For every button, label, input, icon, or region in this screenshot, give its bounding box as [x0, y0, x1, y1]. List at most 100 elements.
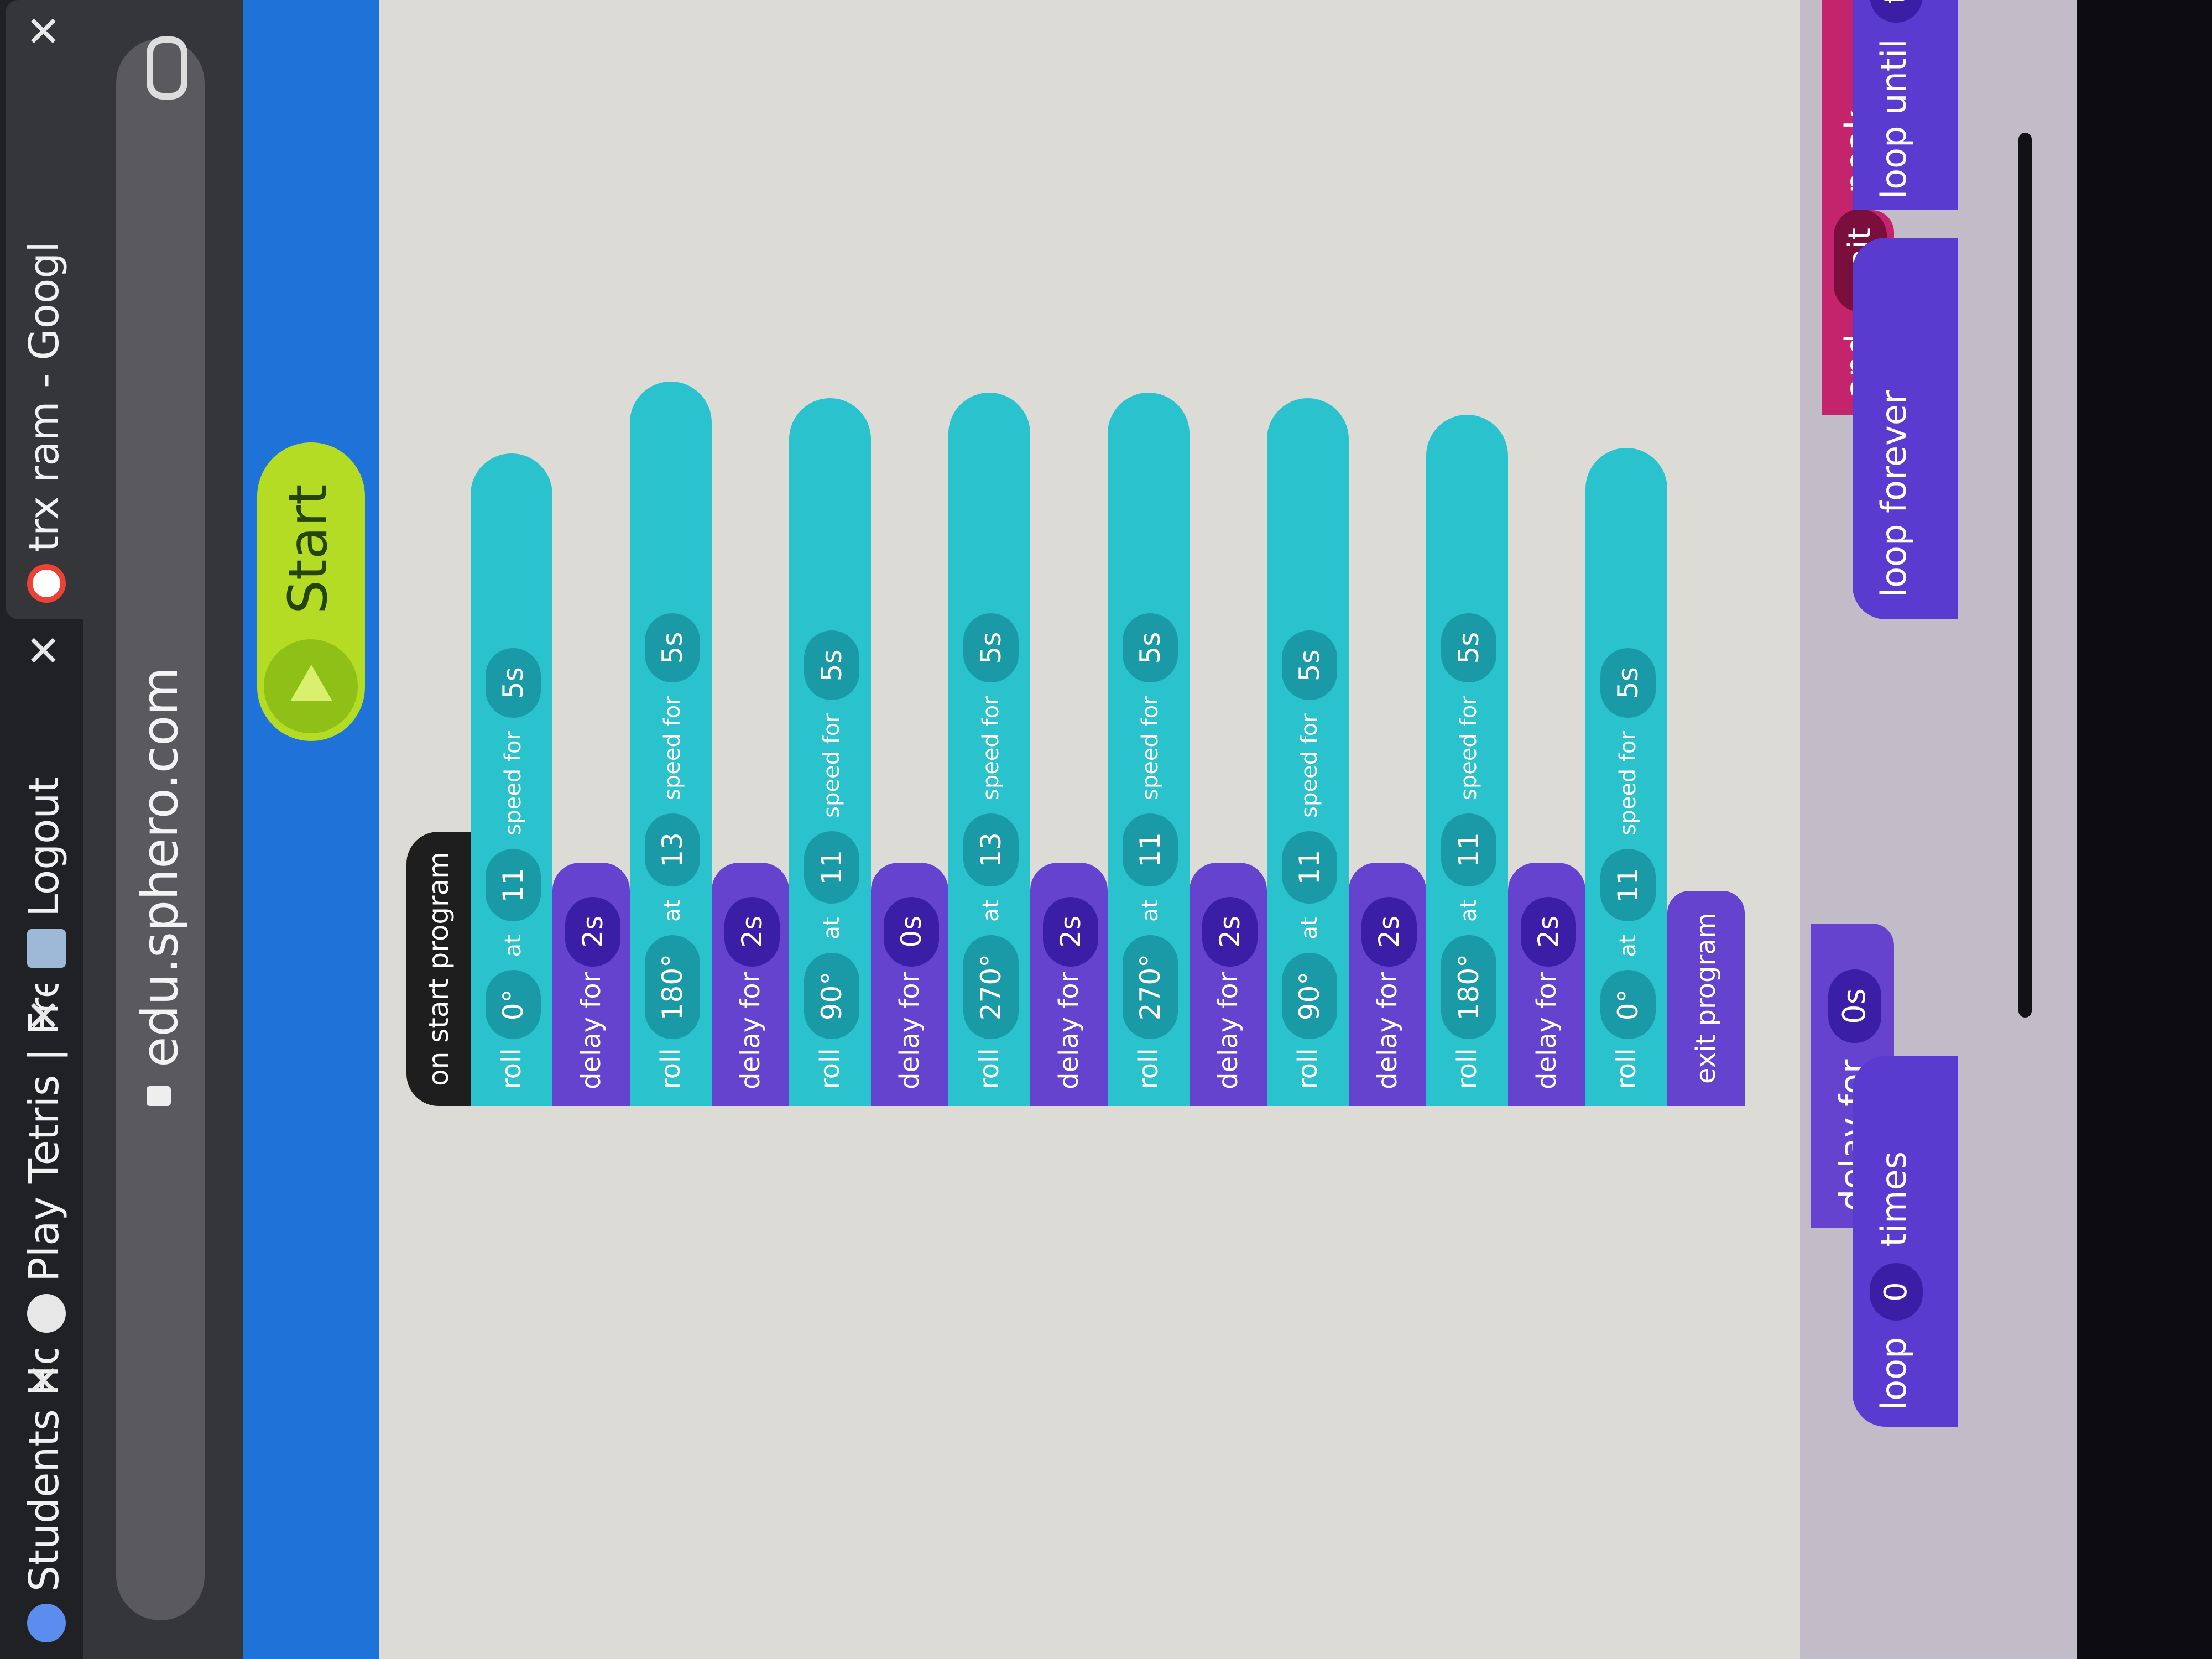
delay-block[interactable]: delay for 2s [1030, 863, 1108, 1106]
roll-block[interactable]: roll 270° at 13 speed for 5s [948, 393, 1030, 1106]
duration-value[interactable]: 5s [1600, 648, 1656, 718]
delay-block[interactable]: delay for 2s [552, 863, 630, 1106]
palette-scrollbar[interactable] [2018, 133, 2032, 1018]
on-start-hat-block[interactable]: on start program [406, 832, 471, 1106]
palette-loop-forever-block[interactable]: loop forever [1853, 238, 1958, 619]
heading-value[interactable]: 90° [1282, 952, 1337, 1040]
speed-for-label: speed for [819, 713, 844, 818]
heading-value[interactable]: 0° [1600, 970, 1656, 1040]
roll-block[interactable]: roll 0° at 11 speed for 5s [471, 453, 552, 1106]
close-tab-icon[interactable]: ✕ [6, 13, 83, 49]
roll-block[interactable]: roll 0° at 11 speed for 5s [1585, 448, 1667, 1106]
globe-icon [27, 1294, 66, 1333]
tab-google-search[interactable]: trx ram - Googl ✕ [6, 0, 83, 619]
tab-logout[interactable]: Logout ✕ [6, 619, 83, 984]
speed-value[interactable]: 13 [645, 813, 700, 886]
heading-value[interactable]: 270° [1123, 935, 1178, 1040]
speed-for-label: speed for [660, 696, 685, 801]
delay-block[interactable]: delay for 2s [712, 863, 789, 1106]
hat-label: on start program [422, 852, 455, 1086]
palette-loop-times-block[interactable]: loop 0 times [1853, 1056, 1958, 1427]
palette-loop-label: loop [1874, 1337, 1914, 1410]
delay-label: delay for [576, 972, 607, 1089]
exit-program-block[interactable]: exit program [1667, 890, 1745, 1106]
delay-label: delay for [735, 972, 766, 1089]
address-bar: edu.sphero.com [83, 0, 243, 1659]
speed-for-label: speed for [1615, 731, 1641, 836]
speed-for-label: speed for [1297, 713, 1322, 818]
palette-delay-value[interactable]: 0s [1828, 969, 1881, 1043]
start-button-label: Start [277, 484, 339, 614]
speed-value[interactable]: 11 [1282, 831, 1337, 904]
roll-block[interactable]: roll 90° at 11 speed for 5s [1267, 398, 1349, 1106]
delay-value[interactable]: 2s [1202, 896, 1258, 967]
heading-value[interactable]: 270° [963, 935, 1019, 1040]
at-label: at [660, 899, 685, 922]
tab-students-home[interactable]: Students Home ✕ [6, 1349, 83, 1659]
speed-for-label: speed for [1456, 696, 1481, 801]
roll-label: roll [974, 1048, 1005, 1089]
heading-value[interactable]: 180° [1441, 935, 1496, 1040]
palette-loop-until-value[interactable]: tru [1869, 0, 1923, 23]
delay-value[interactable]: 2s [565, 896, 620, 967]
heading-value[interactable]: 180° [645, 935, 700, 1040]
speed-for-label: speed for [1138, 696, 1163, 801]
monitor-bezel [2077, 0, 2212, 1659]
delay-label: delay for [1053, 972, 1084, 1089]
tab-title: Logout [20, 776, 68, 917]
screen: Students Home ✕ Play Tetris | Fre ✕ Logo… [0, 0, 2212, 1659]
at-label: at [1297, 917, 1322, 940]
delay-value[interactable]: 0s [884, 896, 939, 967]
delay-value[interactable]: 2s [1521, 896, 1576, 967]
duration-value[interactable]: 5s [645, 613, 700, 683]
duration-value[interactable]: 5s [804, 630, 859, 701]
close-tab-icon[interactable]: ✕ [6, 633, 83, 668]
tab-play-tetris[interactable]: Play Tetris | Fre ✕ [6, 984, 83, 1349]
duration-value[interactable]: 5s [1123, 613, 1178, 683]
speed-value[interactable]: 11 [804, 831, 859, 904]
palette-loop-forever-label: loop forever [1874, 390, 1914, 597]
key-icon[interactable] [147, 36, 187, 100]
roll-label: roll [496, 1048, 527, 1089]
roll-block[interactable]: roll 180° at 11 speed for 5s [1426, 415, 1508, 1106]
start-button[interactable]: Start [257, 442, 365, 741]
speed-value[interactable]: 11 [1600, 848, 1656, 922]
at-label: at [978, 899, 1004, 922]
heading-value[interactable]: 90° [804, 952, 859, 1040]
roll-label: roll [655, 1048, 686, 1089]
browser-tab-strip: Students Home ✕ Play Tetris | Fre ✕ Logo… [0, 0, 83, 1659]
duration-value[interactable]: 5s [1441, 613, 1496, 683]
delay-block[interactable]: delay for 2s [1508, 863, 1585, 1106]
duration-value[interactable]: 5s [963, 613, 1019, 683]
roll-block[interactable]: roll 270° at 11 speed for 5s [1108, 393, 1190, 1106]
app-header [243, 0, 379, 1659]
palette-loop-count[interactable]: 0 [1869, 1263, 1923, 1321]
roll-block[interactable]: roll 180° at 13 speed for 5s [630, 382, 712, 1106]
palette-loop-until-block[interactable]: loop until tru [1853, 0, 1958, 210]
speed-value[interactable]: 11 [486, 848, 541, 922]
duration-value[interactable]: 5s [1282, 630, 1337, 701]
roll-block[interactable]: roll 90° at 11 speed for 5s [789, 398, 871, 1106]
close-tab-icon[interactable]: ✕ [6, 998, 83, 1033]
delay-label: delay for [1372, 972, 1403, 1089]
delay-value[interactable]: 2s [1361, 896, 1417, 967]
duration-value[interactable]: 5s [486, 648, 541, 718]
delay-label: delay for [1531, 972, 1562, 1089]
delay-value[interactable]: 2s [724, 896, 780, 967]
delay-label: delay for [1213, 972, 1244, 1089]
delay-label: delay for [894, 972, 925, 1089]
delay-block[interactable]: delay for 2s [1349, 863, 1426, 1106]
close-tab-icon[interactable]: ✕ [6, 1363, 83, 1398]
speed-value[interactable]: 11 [1441, 813, 1496, 886]
roll-label: roll [815, 1048, 846, 1089]
heading-value[interactable]: 0° [486, 970, 541, 1040]
roll-label: roll [1452, 1048, 1483, 1089]
delay-block[interactable]: delay for 0s [871, 863, 948, 1106]
speed-value[interactable]: 11 [1123, 813, 1178, 886]
exit-label: exit program [1691, 912, 1721, 1084]
tab-title: trx ram - Googl [20, 241, 68, 552]
delay-block[interactable]: delay for 2s [1190, 863, 1267, 1106]
speed-value[interactable]: 13 [963, 813, 1019, 886]
url-field[interactable]: edu.sphero.com [116, 36, 205, 1620]
delay-value[interactable]: 2s [1043, 896, 1098, 967]
